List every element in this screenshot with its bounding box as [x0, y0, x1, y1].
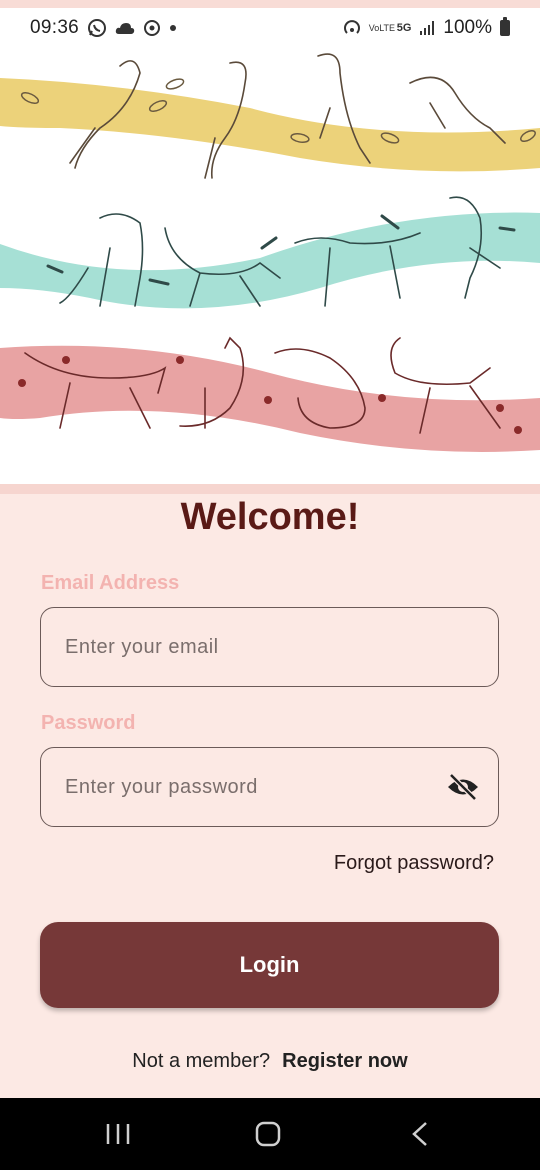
battery-icon [500, 17, 510, 36]
password-label: Password [41, 712, 136, 734]
email-label: Email Address [41, 572, 180, 594]
status-left: 09:36 [30, 17, 177, 39]
status-time: 09:36 [30, 17, 80, 38]
dogs-band [0, 212, 540, 309]
status-right: VoLTE 5G 100% [343, 17, 510, 39]
home-button[interactable] [248, 1118, 288, 1150]
hero-illustration [0, 48, 540, 484]
recents-icon [106, 1124, 130, 1144]
eye-off-icon [448, 773, 478, 801]
dot-icon [170, 25, 177, 31]
battery-percent: 100% [443, 17, 492, 38]
signal-icon [420, 21, 435, 35]
register-row: Not a member? Register now [0, 1050, 540, 1073]
sync-icon [144, 20, 161, 36]
whatsapp-icon [88, 19, 107, 37]
back-icon [412, 1122, 427, 1146]
birds-band [0, 78, 540, 172]
register-link[interactable]: Register now [282, 1050, 408, 1072]
page-title: Welcome! [180, 496, 360, 538]
pets-illustration [0, 53, 540, 452]
5g-icon: 5G [396, 21, 412, 34]
volte-icon: VoLTE [368, 22, 396, 33]
back-button[interactable] [400, 1118, 440, 1150]
password-field-container[interactable] [40, 747, 499, 827]
email-field[interactable] [63, 634, 427, 660]
hotspot-icon [343, 20, 360, 34]
navigation-bar [0, 1098, 540, 1170]
login-button[interactable]: Login [40, 922, 499, 1008]
status-bar: 09:36 VoLTE 5G 100% [0, 0, 540, 48]
password-field[interactable] [63, 774, 427, 800]
cloud-icon [115, 23, 135, 34]
email-field-container[interactable] [40, 607, 499, 687]
home-icon [255, 1121, 281, 1147]
recents-button[interactable] [98, 1118, 138, 1150]
register-prompt: Not a member? [132, 1050, 271, 1072]
hero-divider [0, 484, 540, 494]
forgot-password-link[interactable]: Forgot password? [334, 852, 494, 875]
toggle-password-visibility-button[interactable] [446, 772, 480, 802]
